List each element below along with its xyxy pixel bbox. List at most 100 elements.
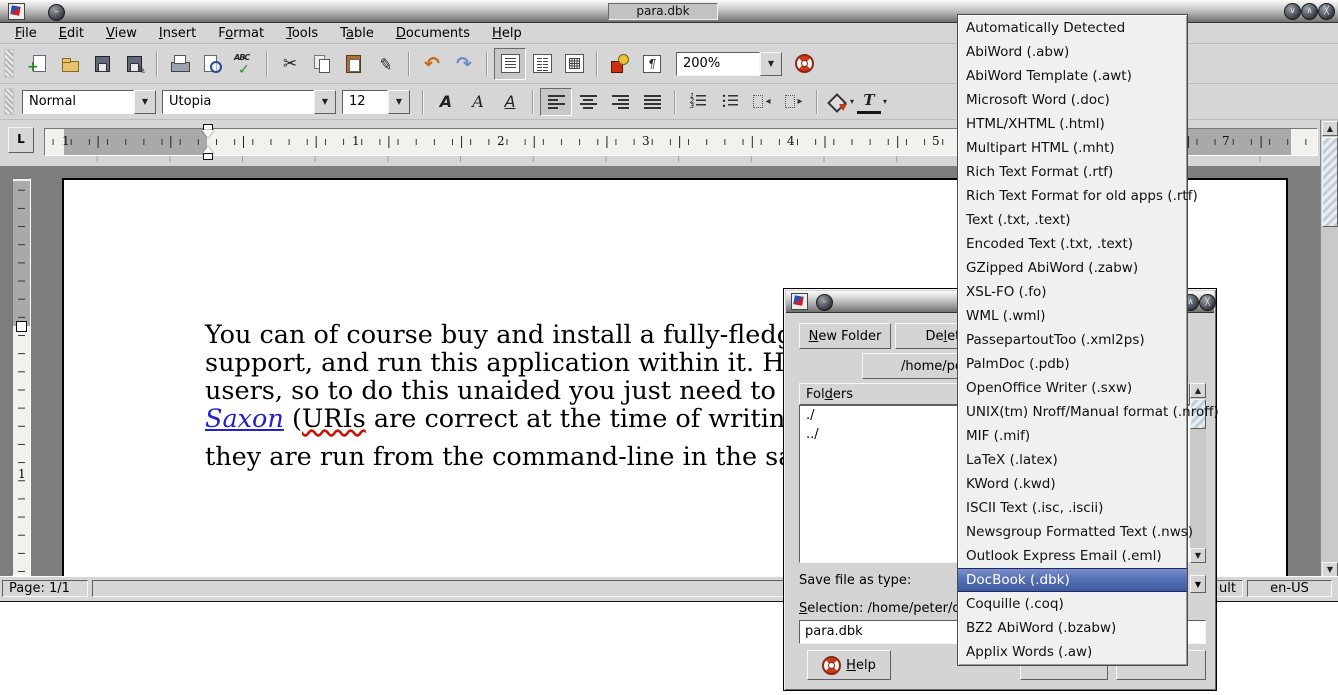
menu-table[interactable]: Table <box>329 24 385 43</box>
view-normal-button[interactable] <box>494 48 526 80</box>
new-folder-button[interactable]: New Folder <box>799 323 891 349</box>
toolbar-drag-handle[interactable] <box>4 49 14 78</box>
format-option[interactable]: Text (.txt, .text) <box>958 208 1187 232</box>
format-option[interactable]: DocBook (.dbk) <box>958 568 1187 592</box>
cut-button[interactable]: ✂ <box>274 48 306 80</box>
scroll-down-button[interactable]: ▼ <box>1322 562 1338 577</box>
tab-stop-selector[interactable]: L <box>8 127 34 153</box>
scrollbar-thumb[interactable] <box>1322 137 1338 227</box>
bullet-list-button[interactable] <box>714 88 746 116</box>
format-option[interactable]: HTML/XHTML (.html) <box>958 112 1187 136</box>
redo-button[interactable]: ↷ <box>448 48 480 80</box>
highlight-color-button[interactable]: ▾ <box>824 88 856 116</box>
align-center-button[interactable] <box>572 88 604 116</box>
help-button[interactable]: Help <box>807 650 891 680</box>
format-option[interactable]: Rich Text Format (.rtf) <box>958 160 1187 184</box>
menu-view[interactable]: View <box>95 24 148 43</box>
menu-format[interactable]: Format <box>207 24 275 43</box>
format-option[interactable]: MIF (.mif) <box>958 424 1187 448</box>
font-color-button-arrow[interactable]: ▾ <box>883 97 887 106</box>
format-option[interactable]: AbiWord (.abw) <box>958 40 1187 64</box>
format-option[interactable]: Automatically Detected <box>958 16 1187 40</box>
file-type-dropdown-arrow[interactable]: ▼ <box>1190 575 1206 593</box>
format-option[interactable]: PassepartoutToo (.xml2ps) <box>958 328 1187 352</box>
dialog-menu-button[interactable]: – <box>816 294 833 311</box>
insert-symbol-button[interactable] <box>604 48 636 80</box>
indent-markers[interactable] <box>202 124 214 160</box>
size-dropdown-arrow[interactable] <box>388 90 410 114</box>
size-combo[interactable]: 12 <box>342 90 410 114</box>
format-option[interactable]: LaTeX (.latex) <box>958 448 1187 472</box>
format-option[interactable]: Encoded Text (.txt, .text) <box>958 232 1187 256</box>
format-option[interactable]: Microsoft Word (.doc) <box>958 88 1187 112</box>
increase-indent-button[interactable] <box>778 88 810 116</box>
align-left-button[interactable] <box>540 88 572 116</box>
menu-documents[interactable]: Documents <box>385 24 481 43</box>
open-button[interactable] <box>54 48 86 80</box>
format-option[interactable]: WML (.wml) <box>958 304 1187 328</box>
show-paragraphs-button[interactable]: ¶ <box>636 48 668 80</box>
print-button[interactable] <box>164 48 196 80</box>
highlight-color-button-arrow[interactable]: ▾ <box>850 97 854 106</box>
format-option[interactable]: Coquille (.coq) <box>958 592 1187 616</box>
format-option[interactable]: GZipped AbiWord (.zabw) <box>958 256 1187 280</box>
folders-scroll-down[interactable]: ▼ <box>1190 548 1206 563</box>
copy-button[interactable] <box>306 48 338 80</box>
style-value[interactable]: Normal <box>22 90 134 114</box>
format-option[interactable]: Rich Text Format for old apps (.rtf) <box>958 184 1187 208</box>
save-as-button[interactable]: ✎ <box>118 48 150 80</box>
zoom-combo[interactable]: 200% <box>676 52 782 76</box>
size-value[interactable]: 12 <box>342 90 388 114</box>
align-right-button[interactable] <box>604 88 636 116</box>
font-value[interactable]: Utopia <box>162 90 314 114</box>
toolbar-drag-handle[interactable] <box>4 88 14 115</box>
spellcheck-button[interactable] <box>228 48 260 80</box>
scroll-up-button[interactable]: ▲ <box>1322 121 1338 136</box>
menu-edit[interactable]: Edit <box>48 24 95 43</box>
style-combo[interactable]: Normal <box>22 90 156 114</box>
stylus-button[interactable]: ✎ <box>370 48 402 80</box>
font-combo[interactable]: Utopia <box>162 90 336 114</box>
underline-button[interactable]: A <box>494 88 526 116</box>
saxon-hyperlink[interactable]: Saxon <box>205 404 284 434</box>
window-menu-button[interactable]: – <box>48 4 65 21</box>
decrease-indent-button[interactable] <box>746 88 778 116</box>
format-option[interactable]: XSL-FO (.fo) <box>958 280 1187 304</box>
vertical-scrollbar[interactable]: ▲ ▼ <box>1320 120 1338 578</box>
format-option[interactable]: Applix Words (.aw) <box>958 640 1187 664</box>
menu-file[interactable]: File <box>4 24 48 43</box>
format-option[interactable]: ISCII Text (.isc, .iscii) <box>958 496 1187 520</box>
print-preview-button[interactable] <box>196 48 228 80</box>
zoom-dropdown-arrow[interactable] <box>760 52 782 76</box>
format-option[interactable]: PalmDoc (.pdb) <box>958 352 1187 376</box>
dialog-close-button[interactable]: ╳ <box>1199 294 1216 311</box>
new-document-button[interactable] <box>22 48 54 80</box>
italic-button[interactable]: A <box>462 88 494 116</box>
format-option[interactable]: AbiWord Template (.awt) <box>958 64 1187 88</box>
menu-tools[interactable]: Tools <box>275 24 329 43</box>
top-margin-marker[interactable] <box>16 321 27 332</box>
format-option[interactable]: KWord (.kwd) <box>958 472 1187 496</box>
font-dropdown-arrow[interactable] <box>314 90 336 114</box>
view-grid-button[interactable] <box>558 48 590 80</box>
menu-insert[interactable]: Insert <box>148 24 207 43</box>
vertical-ruler[interactable]: 1 <box>12 178 31 576</box>
save-button[interactable] <box>86 48 118 80</box>
language-indicator[interactable]: en-US <box>1247 580 1332 597</box>
bold-button[interactable]: A <box>430 88 462 116</box>
format-option[interactable]: Outlook Express Email (.eml) <box>958 544 1187 568</box>
paste-button[interactable] <box>338 48 370 80</box>
zoom-value[interactable]: 200% <box>676 52 760 76</box>
font-color-button[interactable]: T▾ <box>856 88 888 116</box>
undo-button[interactable]: ↶ <box>416 48 448 80</box>
numbered-list-button[interactable] <box>682 88 714 116</box>
format-option[interactable]: OpenOffice Writer (.sxw) <box>958 376 1187 400</box>
help-button[interactable] <box>788 48 820 80</box>
close-button[interactable]: ╳ <box>1318 3 1335 20</box>
format-option[interactable]: Newsgroup Formatted Text (.nws) <box>958 520 1187 544</box>
format-option[interactable]: BZ2 AbiWord (.bzabw) <box>958 616 1187 640</box>
align-justify-button[interactable] <box>636 88 668 116</box>
style-dropdown-arrow[interactable] <box>134 90 156 114</box>
format-option[interactable]: UNIX(tm) Nroff/Manual format (.nroff) <box>958 400 1187 424</box>
maximize-button[interactable]: ∧ <box>1301 3 1318 20</box>
